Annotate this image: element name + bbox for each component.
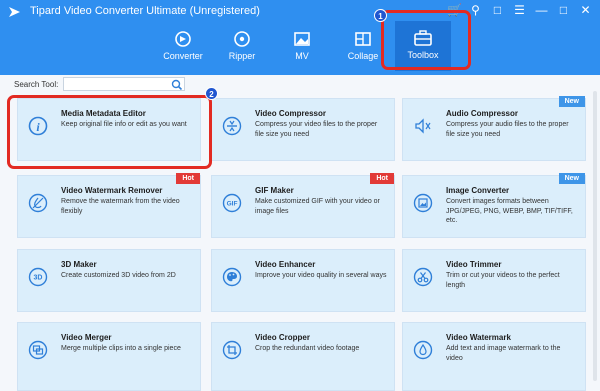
- close-icon[interactable]: ✕: [579, 3, 592, 17]
- svg-text:3D: 3D: [34, 275, 43, 282]
- tool-card-3d-maker[interactable]: 3D 3D Maker Create customized 3D video f…: [17, 249, 201, 312]
- app-logo-icon: [9, 7, 20, 17]
- annotation-highlight-toolbox: [381, 10, 471, 70]
- watermark-drop-icon: [413, 340, 433, 360]
- audio-compress-icon: [415, 118, 431, 134]
- tool-card-video-compressor[interactable]: Video Compressor Compress your video fil…: [211, 98, 395, 161]
- annotation-step-1: 1: [374, 9, 387, 22]
- tab-mv[interactable]: MV: [272, 27, 332, 71]
- scrollbar[interactable]: [593, 91, 597, 381]
- tool-card-video-watermark[interactable]: Video Watermark Add text and image water…: [402, 322, 586, 391]
- tool-card-video-trimmer[interactable]: Video Trimmer Trim or cut your videos to…: [402, 249, 586, 312]
- hot-badge: Hot: [176, 173, 200, 184]
- tool-card-video-watermark-remover[interactable]: Hot Video Watermark Remover Remove the w…: [17, 173, 201, 238]
- svg-text:GIF: GIF: [227, 201, 238, 208]
- minimize-icon[interactable]: —: [535, 3, 548, 17]
- window-title: Tipard Video Converter Ultimate (Unregis…: [30, 5, 260, 17]
- hot-badge: Hot: [370, 173, 394, 184]
- annotation-step-2: 2: [205, 87, 218, 100]
- annotation-highlight-metadata-editor: [7, 95, 212, 169]
- tool-card-image-converter[interactable]: New Image Converter Convert images forma…: [402, 173, 586, 238]
- image-convert-icon: [413, 193, 433, 213]
- tool-card-video-enhancer[interactable]: Video Enhancer Improve your video qualit…: [211, 249, 395, 312]
- collage-grid-icon: [355, 32, 371, 46]
- tool-card-video-merger[interactable]: Video Merger Merge multiple clips into a…: [17, 322, 201, 391]
- converter-icon: [175, 31, 191, 47]
- tool-card-video-cropper[interactable]: Video Cropper Crop the redundant video f…: [211, 322, 395, 391]
- gif-icon: GIF: [222, 193, 242, 213]
- title-bar: Tipard Video Converter Ultimate (Unregis…: [0, 0, 600, 75]
- maximize-icon[interactable]: □: [557, 3, 570, 17]
- ripper-disc-icon: [234, 31, 250, 47]
- feedback-icon[interactable]: □: [491, 3, 504, 17]
- new-badge: New: [558, 96, 585, 107]
- 3d-icon: 3D: [28, 267, 48, 287]
- tool-card-gif-maker[interactable]: Hot GIF GIF Maker Make customized GIF wi…: [211, 173, 395, 238]
- search-icon[interactable]: [171, 79, 183, 90]
- search-input[interactable]: [63, 77, 185, 91]
- crop-icon: [222, 340, 242, 360]
- main-nav: Converter Ripper MV Collage Toolbox: [0, 21, 600, 75]
- mv-image-icon: [294, 32, 310, 46]
- merge-icon: [28, 340, 48, 360]
- watermark-remove-icon: [28, 193, 48, 213]
- scissors-icon: [413, 267, 433, 287]
- tool-card-audio-compressor[interactable]: New Audio Compressor Compress your audio…: [402, 96, 586, 161]
- menu-icon[interactable]: ☰: [513, 3, 526, 17]
- palette-icon: [222, 267, 242, 287]
- compress-icon: [222, 116, 242, 136]
- tab-ripper[interactable]: Ripper: [212, 27, 272, 71]
- tab-converter[interactable]: Converter: [153, 27, 213, 71]
- new-badge: New: [558, 173, 585, 184]
- key-icon[interactable]: ⚲: [469, 3, 482, 17]
- search-label: Search Tool:: [14, 80, 59, 89]
